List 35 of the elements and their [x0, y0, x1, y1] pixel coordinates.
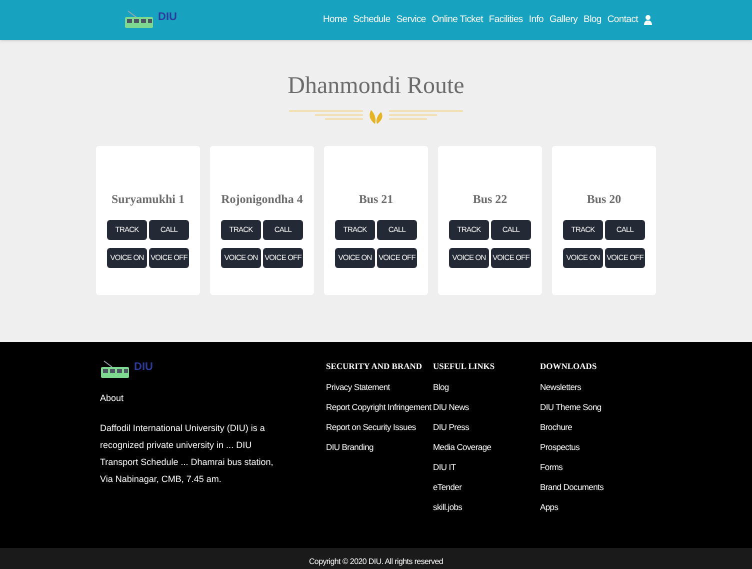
footer-link[interactable]: Brochure — [540, 422, 647, 433]
logo-text: DIU — [158, 12, 177, 23]
about-heading: About — [100, 392, 125, 405]
footer-link[interactable]: Media Coverage — [433, 442, 540, 453]
bus-name: Suryamukhi 1 — [111, 191, 185, 208]
about-text: Daffodil International University (DIU) is a recognized private university in ... DIU Transport Schedule ... Dhamrai bus station, Via Nabinagar, CMB, 7.45 am. — [100, 422, 274, 486]
footer-link[interactable]: DIU Branding — [326, 442, 433, 453]
footer-column-heading: USEFUL LINKS — [433, 360, 496, 373]
footer-link[interactable]: Brand Documents — [540, 482, 647, 493]
footer-link[interactable]: DIU Press — [433, 422, 540, 433]
footer-link[interactable]: DIU Theme Song — [540, 402, 647, 413]
footer-link[interactable]: Privacy Statement — [326, 382, 433, 393]
footer-link[interactable]: Apps — [540, 502, 647, 513]
bus-name: Bus 21 — [358, 191, 394, 208]
footer-link[interactable]: eTender — [433, 482, 540, 493]
footer-column-heading: SECURITY AND BRAND — [326, 360, 424, 373]
bus-name: Bus 20 — [586, 191, 622, 208]
bus-name: Rojonigondha 4 — [221, 191, 303, 208]
footer-link[interactable]: Forms — [540, 462, 647, 473]
footer-link[interactable]: DIU News — [433, 402, 540, 413]
bus-name: Bus 22 — [472, 191, 508, 208]
footer-link[interactable]: DIU IT — [433, 462, 540, 473]
footer-column-heading: DOWNLOADS — [540, 360, 598, 373]
copyright-text: Copyright © 2020 DIU. All rights reserved — [308, 556, 444, 568]
footer-link[interactable]: Prospectus — [540, 442, 647, 453]
logo-text: DIU — [134, 362, 153, 373]
bus-icon — [124, 10, 154, 30]
footer-link[interactable]: skill.jobs — [433, 502, 540, 513]
bus-icon — [100, 360, 130, 380]
footer-link[interactable]: Report Copyright Infringement — [326, 402, 433, 413]
footer-link[interactable]: Report on Security Issues — [326, 422, 433, 433]
footer-link[interactable]: Blog — [433, 382, 540, 393]
footer-link[interactable]: Newsletters — [540, 382, 647, 393]
route-title: Dhanmondi Route — [288, 74, 464, 98]
user-icon[interactable] — [644, 15, 652, 25]
